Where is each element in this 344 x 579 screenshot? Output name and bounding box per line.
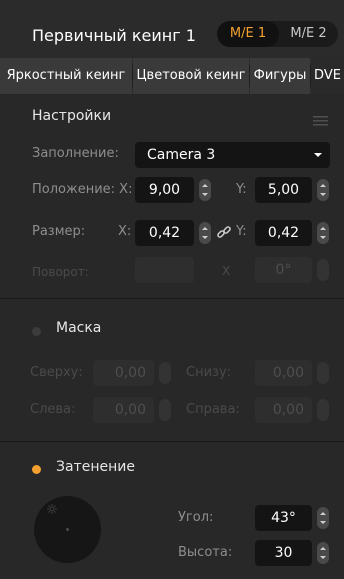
shadow-toggle-icon[interactable]: [32, 465, 41, 474]
size-y-stepper[interactable]: [317, 222, 329, 244]
me1-button[interactable]: M/E 1: [217, 21, 279, 47]
mask-top-label: Сверху:: [30, 365, 83, 380]
position-x-input[interactable]: 9,00: [135, 177, 194, 203]
me2-button[interactable]: M/E 2: [279, 21, 338, 47]
rotation-value-input: 0°: [255, 257, 312, 283]
fill-source-value: Camera 3: [147, 147, 216, 163]
rotation-stepper: [317, 259, 329, 281]
height-label: Высота:: [178, 545, 233, 560]
mask-top-input: 0,00: [93, 360, 154, 386]
mask-right-label: Справа:: [186, 402, 240, 417]
mask-left-stepper: [159, 399, 171, 421]
panel-title: Первичный кеинг 1: [32, 26, 196, 45]
rotation-x-label: X: [222, 264, 231, 278]
mask-title: Маска: [56, 320, 102, 336]
position-y-input[interactable]: 5,00: [255, 177, 312, 203]
size-x-input[interactable]: 0,42: [135, 220, 194, 246]
me-selector: M/E 1 M/E 2: [217, 21, 338, 47]
rotation-input: [135, 257, 194, 283]
size-y-label: Y:: [236, 224, 247, 239]
mask-left-input: 0,00: [93, 397, 154, 423]
menu-icon[interactable]: [313, 112, 328, 126]
size-x-label: X:: [118, 224, 132, 239]
tab-dve[interactable]: DVE: [311, 58, 344, 94]
tab-chroma-key[interactable]: Цветовой кеинг: [133, 58, 249, 94]
mask-top-stepper: [159, 362, 171, 384]
tab-bar: Яркостный кеинг Цветовой кеинг Фигуры DV…: [0, 58, 344, 94]
fill-label: Заполнение:: [32, 146, 119, 161]
mask-bottom-input: 0,00: [255, 360, 312, 386]
fill-source-dropdown[interactable]: Camera 3: [135, 142, 330, 168]
mask-right-input: 0,00: [255, 397, 312, 423]
size-x-stepper[interactable]: [199, 222, 211, 244]
mask-bottom-label: Снизу:: [186, 365, 232, 380]
height-stepper[interactable]: [317, 542, 329, 564]
size-label: Размер:: [32, 224, 86, 239]
mask-bottom-stepper: [317, 362, 329, 384]
angle-label: Угол:: [178, 510, 214, 525]
sun-icon: [47, 504, 57, 514]
angle-input[interactable]: 43°: [255, 505, 312, 531]
tab-luma-key[interactable]: Яркостный кеинг: [0, 58, 132, 94]
height-input[interactable]: 30: [255, 540, 312, 566]
tab-pattern[interactable]: Фигуры: [250, 58, 310, 94]
section-divider: [0, 298, 344, 299]
link-icon[interactable]: [216, 224, 232, 240]
section-divider: [0, 441, 344, 442]
chevron-down-icon: [314, 142, 322, 177]
position-y-label: Y:: [236, 182, 247, 197]
shadow-title: Затенение: [56, 459, 135, 475]
shadow-angle-dial[interactable]: [34, 496, 101, 563]
mask-toggle-icon[interactable]: [32, 327, 41, 336]
mask-left-label: Слева:: [30, 402, 76, 417]
rotation-label: Поворот:: [32, 265, 89, 279]
settings-title: Настройки: [32, 108, 112, 124]
position-x-stepper[interactable]: [199, 179, 211, 201]
position-label: Положение: X:: [32, 182, 133, 197]
position-y-stepper[interactable]: [317, 179, 329, 201]
size-y-input[interactable]: 0,42: [255, 220, 312, 246]
angle-stepper[interactable]: [317, 507, 329, 529]
mask-right-stepper: [317, 399, 329, 421]
